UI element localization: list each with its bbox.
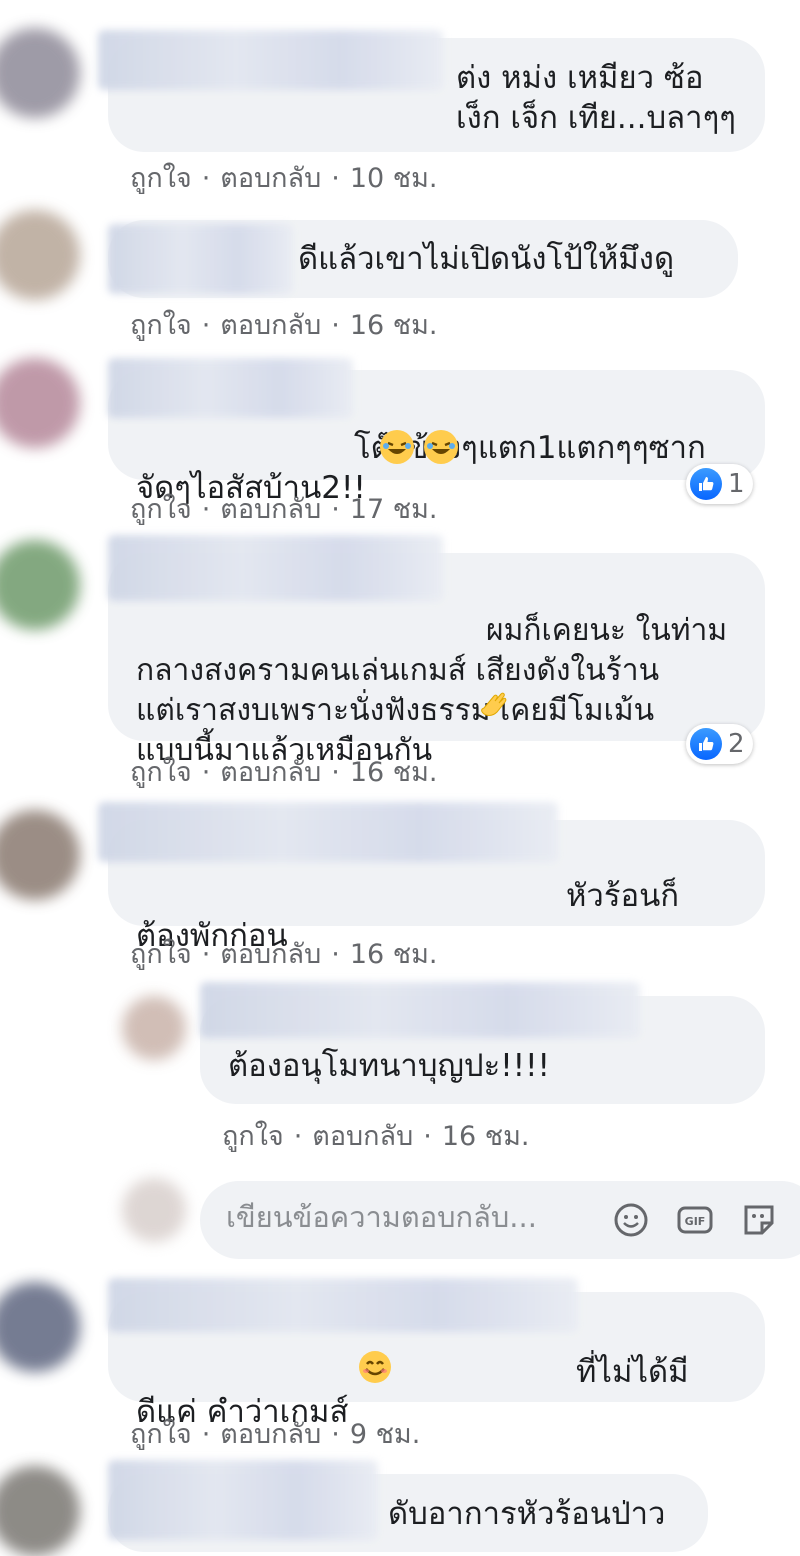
reply-actions: ถูกใจ · ตอบกลับ · 16 ชม.	[222, 1114, 529, 1157]
comment-bubble: ดับอาการหัวร้อนป่าว	[108, 1460, 708, 1552]
avatar[interactable]	[0, 1466, 80, 1556]
like-link[interactable]: ถูกใจ	[130, 303, 192, 346]
comment-bubble: หัวร้อนก็ ต้องพักก่อน	[98, 802, 765, 954]
like-link[interactable]: ถูกใจ	[222, 1114, 284, 1157]
reply-link[interactable]: ตอบกลับ	[220, 156, 321, 199]
reply-bubble: ต้องอนุโมทนาบุญปะ!!!!	[200, 982, 765, 1104]
timestamp[interactable]: 16 ชม.	[442, 1114, 530, 1157]
commenter-name[interactable]	[98, 802, 558, 862]
like-link[interactable]: ถูกใจ	[130, 487, 192, 530]
avatar[interactable]	[0, 810, 80, 900]
timestamp[interactable]: 16 ชม.	[350, 303, 438, 346]
commenter-name[interactable]	[200, 982, 640, 1038]
reply-link[interactable]: ตอบกลับ	[220, 750, 321, 793]
reaction-number: 1	[728, 469, 745, 499]
comment-actions: ถูกใจ · ตอบกลับ · 17 ชม.	[130, 487, 437, 530]
commenter-name[interactable]	[98, 30, 443, 90]
reply-link[interactable]: ตอบกลับ	[220, 932, 321, 975]
like-icon	[690, 468, 722, 500]
like-link[interactable]: ถูกใจ	[130, 156, 192, 199]
comment-bubble: ที่ไม่ได้มี ดีแค่ คำว่าเกมส์	[108, 1278, 765, 1430]
like-link[interactable]: ถูกใจ	[130, 932, 192, 975]
commenter-name[interactable]	[108, 1278, 578, 1332]
comment-text-body: ผมก็เคยนะ ในท่าม กลางสงครามคนเล่นเกมส์ เ…	[136, 613, 728, 768]
emoji-picker-icon[interactable]	[612, 1201, 650, 1239]
sticker-icon[interactable]	[740, 1201, 778, 1239]
comment-text: ผมก็เคยนะ ในท่าม กลางสงครามคนเล่นเกมส์ เ…	[136, 571, 737, 771]
reaction-number: 2	[728, 729, 745, 759]
timestamp[interactable]: 17 ชม.	[350, 487, 438, 530]
reply-link[interactable]: ตอบกลับ	[220, 487, 321, 530]
svg-text:GIF: GIF	[685, 1215, 706, 1228]
rofl-emoji-icon	[423, 430, 458, 464]
avatar[interactable]	[0, 540, 80, 630]
reply-link[interactable]: ตอบกลับ	[312, 1114, 413, 1157]
reply-link[interactable]: ตอบกลับ	[220, 1412, 321, 1455]
comment-bubble: ผมก็เคยนะ ในท่าม กลางสงครามคนเล่นเกมส์ เ…	[108, 535, 765, 768]
emoji-group	[380, 428, 458, 468]
commenter-name[interactable]	[108, 535, 443, 601]
like-link[interactable]: ถูกใจ	[130, 750, 192, 793]
avatar[interactable]	[0, 210, 80, 300]
gif-icon[interactable]: GIF	[676, 1201, 714, 1239]
reply-link[interactable]: ตอบกลับ	[220, 303, 321, 346]
avatar[interactable]	[122, 996, 186, 1060]
timestamp[interactable]: 10 ชม.	[350, 156, 438, 199]
comment-bubble: ดีแล้วเขาไม่เปิดนังโป้ให้มึงดู	[108, 220, 738, 298]
comment-actions: ถูกใจ · ตอบกลับ · 16 ชม.	[130, 750, 437, 793]
comment-text: ดับอาการหัวร้อนป่าว	[388, 1496, 666, 1532]
comment-bubble: โต๊ะข้างๆแตก1แตกๆๆซาก จัดๆไอสัสบ้าน2!!	[108, 358, 765, 506]
commenter-name[interactable]	[108, 358, 353, 418]
comment-text: ดีแล้วเขาไม่เปิดนังโป้ให้มึงดู	[298, 241, 675, 277]
current-user-avatar	[122, 1178, 186, 1242]
reaction-count[interactable]: 2	[686, 724, 753, 764]
comment-actions: ถูกใจ · ตอบกลับ · 16 ชม.	[130, 303, 437, 346]
rofl-emoji-icon	[380, 430, 414, 464]
avatar[interactable]	[0, 28, 80, 118]
timestamp[interactable]: 9 ชม.	[350, 1412, 420, 1455]
avatar[interactable]	[0, 1282, 80, 1372]
comment-actions: ถูกใจ · ตอบกลับ · 16 ชม.	[130, 932, 437, 975]
comment-bubble: ต่ง หม่ง เหมียว ซ้อ เง็ก เจ็ก เทีย...บลา…	[98, 30, 765, 152]
reply-input-box[interactable]: GIF	[200, 1181, 800, 1259]
avatar[interactable]	[0, 358, 80, 448]
timestamp[interactable]: 16 ชม.	[350, 750, 438, 793]
smile-emoji-icon	[358, 1350, 392, 1394]
timestamp[interactable]: 16 ชม.	[350, 932, 438, 975]
commenter-name[interactable]	[108, 224, 293, 294]
reply-input[interactable]	[224, 1199, 568, 1235]
reaction-count[interactable]: 1	[686, 464, 753, 504]
comment-actions: ถูกใจ · ตอบกลับ · 10 ชม.	[130, 156, 437, 199]
commenter-name[interactable]	[108, 1460, 378, 1540]
like-link[interactable]: ถูกใจ	[130, 1412, 192, 1455]
clap-emoji-icon	[476, 688, 512, 735]
comment-actions: ถูกใจ · ตอบกลับ · 9 ชม.	[130, 1412, 420, 1455]
like-icon	[690, 728, 722, 760]
reply-text: ต้องอนุโมทนาบุญปะ!!!!	[228, 1048, 550, 1084]
